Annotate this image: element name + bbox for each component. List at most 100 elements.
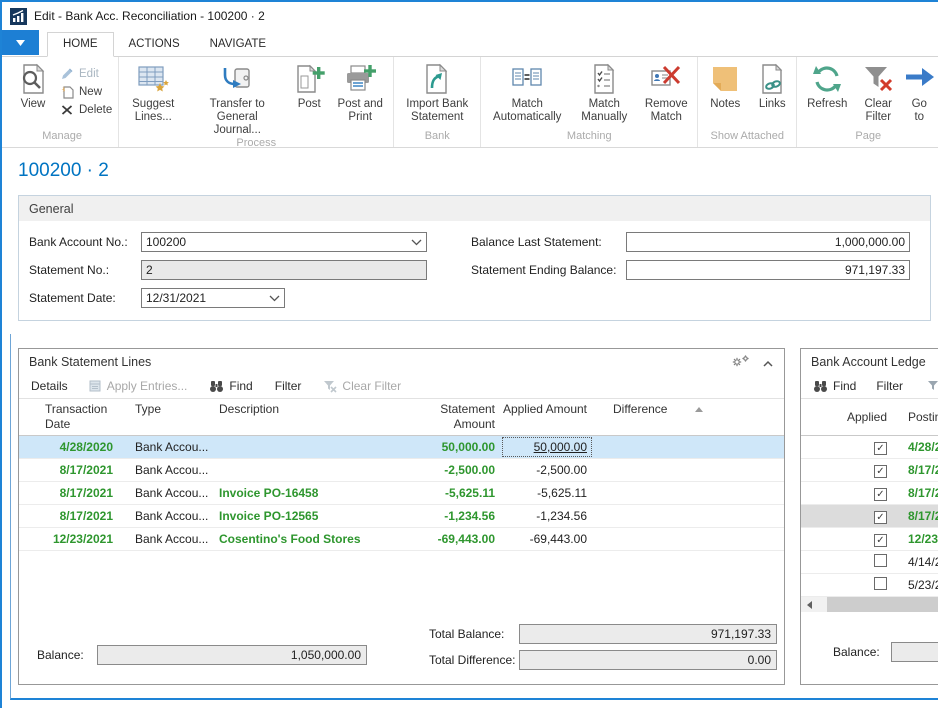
ledger-clear-filter-button[interactable] <box>927 380 938 393</box>
cell-date[interactable]: 12/23/2021 <box>19 528 127 550</box>
apply-entries-button[interactable]: Apply Entries... <box>88 379 188 393</box>
cell-type[interactable]: Bank Accou... <box>127 482 213 504</box>
combobox-chevron-icon[interactable] <box>269 295 280 302</box>
refresh-button[interactable]: Refresh <box>799 62 855 111</box>
cell-posting-date[interactable]: 12/23 <box>897 532 938 546</box>
clear-filter-button[interactable]: Clear Filter <box>855 62 901 124</box>
cell-date[interactable]: 4/28/2020 <box>19 436 127 458</box>
cell-posting-date[interactable]: 8/17/2 <box>897 486 938 500</box>
scroll-left-arrow-icon[interactable] <box>801 597 817 612</box>
tab-home[interactable]: HOME <box>47 32 114 57</box>
cell-date[interactable]: 8/17/2021 <box>19 459 127 481</box>
notes-button[interactable]: Notes <box>700 62 750 111</box>
cell-diff[interactable] <box>593 482 708 504</box>
cell-posting-date[interactable]: 8/17/2 <box>897 463 938 477</box>
statement-line-row[interactable]: 8/17/2021Bank Accou...-2,500.00-2,500.00 <box>19 459 784 482</box>
customize-gears-icon[interactable] <box>730 354 750 372</box>
tab-actions[interactable]: ACTIONS <box>114 33 195 56</box>
column-header-applied[interactable]: Applied <box>801 410 897 424</box>
remove-match-button[interactable]: Remove Match <box>637 62 695 124</box>
ledger-entry-row[interactable]: ✓ 8/17/2 <box>801 482 938 505</box>
cell-date[interactable]: 8/17/2021 <box>19 482 127 504</box>
delete-button[interactable]: Delete <box>60 103 112 117</box>
statement-ending-balance-field[interactable]: 971,197.33 <box>626 260 910 280</box>
cell-appl[interactable]: -69,443.00 <box>501 528 593 550</box>
column-header-statement-amount[interactable]: Statement Amount <box>398 402 501 432</box>
ledger-entry-row[interactable]: 5/23/2 <box>801 574 938 597</box>
ledger-entry-row[interactable]: ✓ 8/17/2 <box>801 505 938 528</box>
cell-desc[interactable]: Invoice PO-16458 <box>213 482 398 504</box>
cell-diff[interactable] <box>593 459 708 481</box>
checkbox-checked-icon[interactable]: ✓ <box>874 511 887 524</box>
cell-date[interactable]: 8/17/2021 <box>19 505 127 527</box>
ledger-find-button[interactable]: Find <box>813 379 856 393</box>
cell-stmt[interactable]: -5,625.11 <box>398 482 501 504</box>
find-button[interactable]: Find <box>209 379 252 393</box>
details-button[interactable]: Details <box>31 379 68 393</box>
view-button[interactable]: View <box>8 62 58 111</box>
collapse-chevron-icon[interactable] <box>762 357 774 371</box>
combobox-chevron-icon[interactable] <box>411 239 422 246</box>
cell-stmt[interactable]: -1,234.56 <box>398 505 501 527</box>
general-fasttab-header[interactable]: General <box>19 196 930 221</box>
column-header-transaction-date[interactable]: Transaction Date <box>19 402 127 432</box>
ledger-entry-row[interactable]: ✓ 4/28/2 <box>801 436 938 459</box>
match-manually-button[interactable]: Match Manually <box>571 62 637 124</box>
post-button[interactable]: Post <box>289 62 329 111</box>
cell-desc[interactable]: Cosentino's Food Stores <box>213 528 398 550</box>
checkbox-unchecked-icon[interactable] <box>874 577 887 590</box>
go-to-button[interactable]: Go to <box>901 62 937 124</box>
statement-line-row[interactable]: 12/23/2021Bank Accou...Cosentino's Food … <box>19 528 784 551</box>
cell-diff[interactable] <box>593 505 708 527</box>
bank-account-no-field[interactable]: 100200 <box>141 232 427 252</box>
transfer-to-general-journal-button[interactable]: Transfer to General Journal... <box>185 62 289 137</box>
cell-posting-date[interactable]: 8/17/2 <box>897 509 938 523</box>
statement-date-field[interactable]: 12/31/2021 <box>141 288 285 308</box>
statement-line-row[interactable]: 4/28/2020Bank Accou... 50,000.0050,000.00 <box>19 436 784 459</box>
statement-line-row[interactable]: 8/17/2021Bank Accou...Invoice PO-16458-5… <box>19 482 784 505</box>
column-header-applied-amount[interactable]: Applied Amount <box>501 402 593 417</box>
ledger-entry-row[interactable]: ✓ 12/23 <box>801 528 938 551</box>
match-automatically-button[interactable]: Match Automatically <box>483 62 571 124</box>
cell-type[interactable]: Bank Accou... <box>127 459 213 481</box>
cell-stmt[interactable]: -69,443.00 <box>398 528 501 550</box>
checkbox-checked-icon[interactable]: ✓ <box>874 534 887 547</box>
cell-posting-date[interactable]: 4/28/2 <box>897 440 938 454</box>
cell-stmt[interactable]: 50,000.00 <box>398 436 501 458</box>
column-header-posting-date[interactable]: Postin <box>897 410 938 424</box>
checkbox-checked-icon[interactable]: ✓ <box>874 442 887 455</box>
cell-posting-date[interactable]: 5/23/2 <box>897 578 938 592</box>
ledger-entry-row[interactable]: ✓8/17/2 <box>801 459 938 482</box>
scrollbar-thumb[interactable] <box>827 597 938 612</box>
cell-desc[interactable] <box>213 436 398 458</box>
column-header-description[interactable]: Description <box>213 402 398 416</box>
checkbox-checked-icon[interactable]: ✓ <box>874 488 887 501</box>
column-header-type[interactable]: Type <box>127 402 213 416</box>
tab-navigate[interactable]: NAVIGATE <box>195 33 281 56</box>
cell-desc[interactable]: Invoice PO-12565 <box>213 505 398 527</box>
cell-diff[interactable] <box>593 436 708 458</box>
cell-desc[interactable] <box>213 459 398 481</box>
clear-filter-toolbar-button[interactable]: Clear Filter <box>323 379 401 393</box>
checkbox-unchecked-icon[interactable] <box>874 554 887 567</box>
ledger-horizontal-scrollbar[interactable] <box>801 597 938 612</box>
post-and-print-button[interactable]: Post and Print <box>329 62 391 124</box>
column-header-difference[interactable]: Difference <box>593 402 708 416</box>
edit-button[interactable]: Edit <box>60 67 112 81</box>
cell-type[interactable]: Bank Accou... <box>127 505 213 527</box>
suggest-lines-button[interactable]: Suggest Lines... <box>121 62 185 124</box>
ledger-entry-row[interactable]: 4/14/2 <box>801 551 938 574</box>
statement-line-row[interactable]: 8/17/2021Bank Accou...Invoice PO-12565-1… <box>19 505 784 528</box>
balance-last-statement-field[interactable]: 1,000,000.00 <box>626 232 910 252</box>
application-menu-button[interactable] <box>2 30 39 55</box>
cell-posting-date[interactable]: 4/14/2 <box>897 555 938 569</box>
cell-appl[interactable]: -1,234.56 <box>501 505 593 527</box>
cell-stmt[interactable]: -2,500.00 <box>398 459 501 481</box>
import-bank-statement-button[interactable]: Import Bank Statement <box>396 62 478 124</box>
cell-appl[interactable]: 50,000.00 <box>501 436 593 458</box>
filter-button[interactable]: Filter <box>275 379 302 393</box>
cell-type[interactable]: Bank Accou... <box>127 436 213 458</box>
links-button[interactable]: Links <box>750 62 794 111</box>
cell-diff[interactable] <box>593 528 708 550</box>
new-button[interactable]: New <box>60 85 112 99</box>
